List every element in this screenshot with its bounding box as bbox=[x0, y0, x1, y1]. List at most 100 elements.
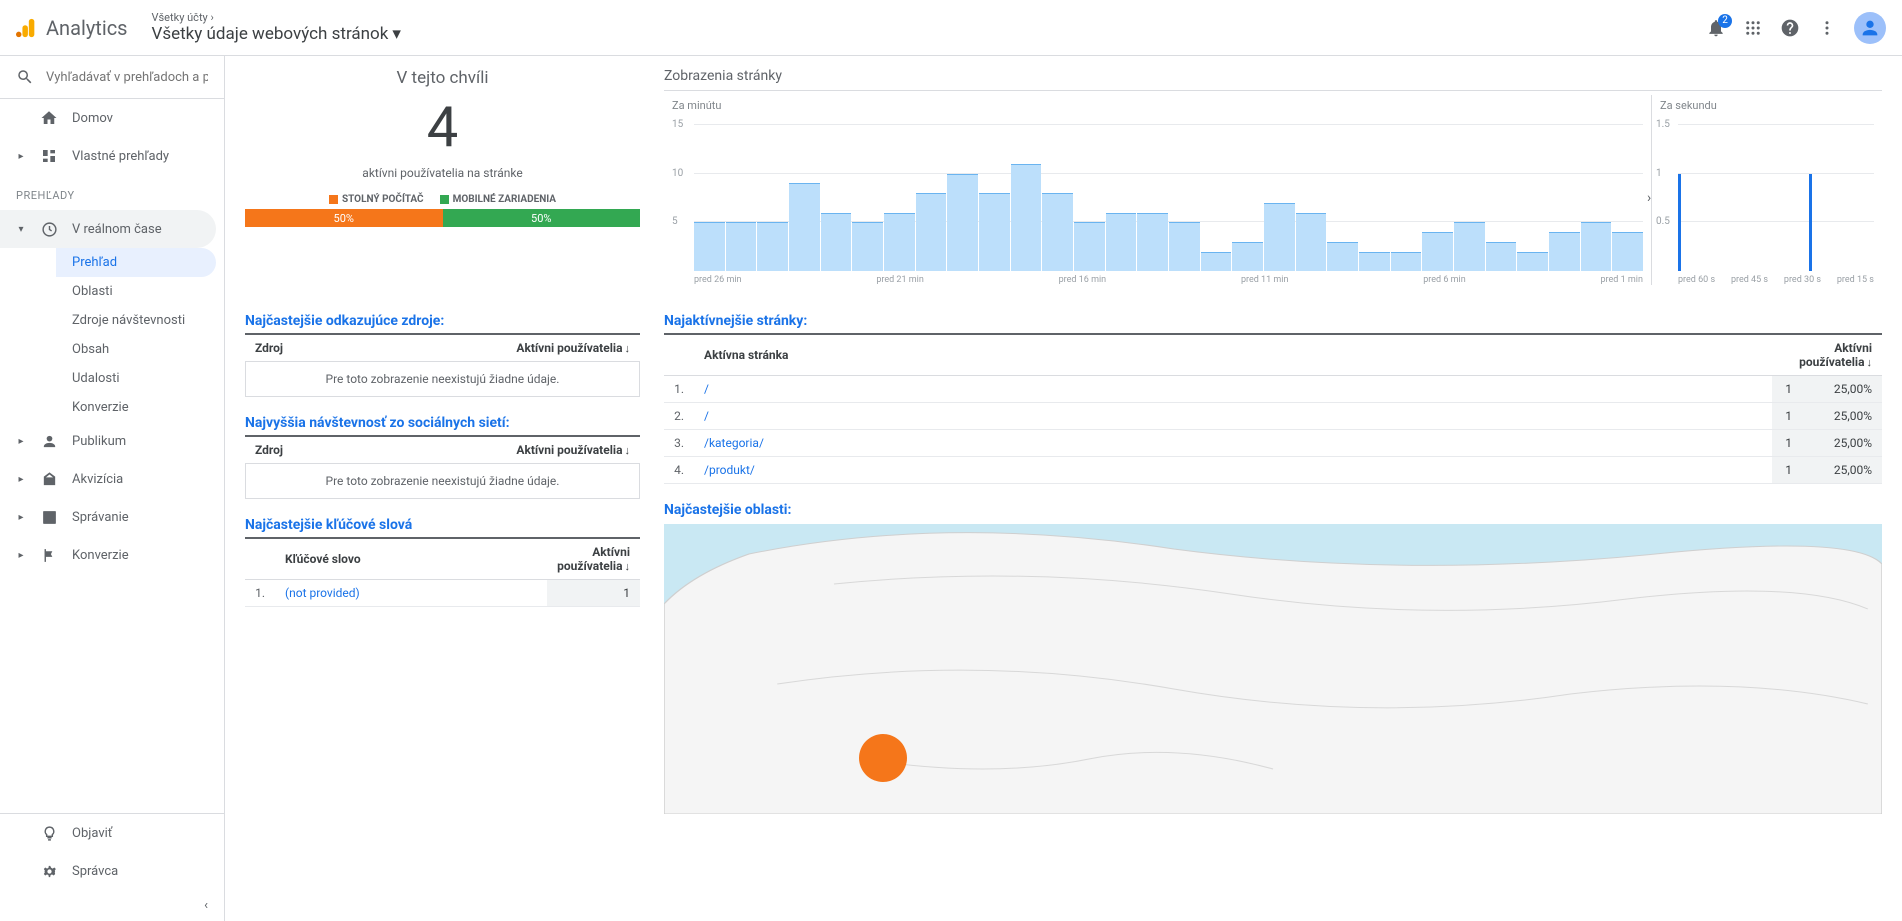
col-users[interactable]: Aktívni používatelia↓ bbox=[349, 334, 640, 362]
nav-realtime[interactable]: ▾ V reálnom čase bbox=[0, 210, 216, 248]
mobile-bar: 50% bbox=[443, 209, 641, 227]
social-table: ZdrojAktívni používatelia↓ bbox=[245, 435, 640, 464]
col-keyword[interactable]: Kľúčové slovo bbox=[275, 538, 547, 580]
more-icon[interactable] bbox=[1818, 19, 1836, 37]
expand-caret-icon: ▸ bbox=[16, 436, 26, 447]
subnav-conversions[interactable]: Konverzie bbox=[56, 393, 224, 422]
table-row[interactable]: 1./125,00% bbox=[664, 376, 1882, 403]
col-users[interactable]: Aktívni používatelia↓ bbox=[349, 436, 640, 464]
nav-discover[interactable]: Objaviť bbox=[0, 814, 224, 852]
desktop-bar: 50% bbox=[245, 209, 443, 227]
nav-custom-reports[interactable]: ▸ Vlastné prehľady bbox=[0, 137, 224, 175]
subnav-events[interactable]: Udalosti bbox=[56, 364, 224, 393]
notifications-button[interactable]: 2 bbox=[1706, 18, 1726, 38]
col-users[interactable]: Aktívni používatelia↓ bbox=[547, 538, 640, 580]
sort-desc-icon: ↓ bbox=[625, 560, 631, 573]
header-actions: 2 bbox=[1706, 12, 1886, 44]
chart-expand-icon[interactable]: › bbox=[1647, 190, 1651, 206]
collapse-caret-icon: ▾ bbox=[16, 224, 26, 235]
col-source[interactable]: Zdroj bbox=[245, 436, 349, 464]
device-split-bar: 50% 50% bbox=[245, 209, 640, 227]
keyword-link[interactable]: (not provided) bbox=[275, 580, 547, 607]
location-bubble[interactable] bbox=[859, 734, 907, 782]
expand-caret-icon: ▸ bbox=[16, 512, 26, 523]
map-svg bbox=[664, 524, 1882, 814]
search-row[interactable] bbox=[0, 56, 224, 99]
acquisition-icon bbox=[40, 470, 58, 488]
page-link[interactable]: /kategoria/ bbox=[694, 430, 1772, 457]
nav-admin[interactable]: Správca bbox=[0, 852, 224, 890]
chart-sec-canvas: 0.511.5pred 60 spred 45 spred 30 spred 1… bbox=[1652, 115, 1882, 285]
top-row: V tejto chvíli 4 aktívni používatelia na… bbox=[245, 68, 1882, 285]
breadcrumb: Všetky účty › bbox=[152, 11, 401, 24]
table-row[interactable]: 4./produkt/125,00% bbox=[664, 457, 1882, 484]
nav-acquisition[interactable]: ▸ Akvizícia bbox=[0, 460, 224, 498]
col-page[interactable]: Aktívna stránka bbox=[694, 334, 1772, 376]
mobile-color-icon bbox=[440, 195, 449, 204]
expand-caret-icon: ▸ bbox=[16, 474, 26, 485]
search-icon bbox=[16, 68, 34, 86]
search-input[interactable] bbox=[46, 70, 208, 85]
expand-caret-icon: ▸ bbox=[16, 550, 26, 561]
collapse-sidebar-button[interactable]: ‹ bbox=[0, 890, 224, 921]
product-name: Analytics bbox=[46, 16, 128, 40]
chart-min-canvas: 51015pred 26 minpred 21 minpred 16 minpr… bbox=[664, 115, 1651, 285]
realtime-counter-panel: V tejto chvíli 4 aktívni používatelia na… bbox=[245, 68, 640, 285]
subnav-overview[interactable]: Prehľad bbox=[56, 248, 216, 277]
referrals-title: Najčastejšie odkazujúce zdroje: bbox=[245, 313, 640, 329]
sidebar-footer: Objaviť Správca ‹ bbox=[0, 813, 224, 921]
rt-subtitle: aktívni používatelia na stránke bbox=[245, 166, 640, 180]
chart-sec-label: Za sekundu bbox=[1652, 95, 1882, 116]
keywords-table: Kľúčové slovoAktívni používatelia↓ 1.(no… bbox=[245, 537, 640, 607]
subnav-content[interactable]: Obsah bbox=[56, 335, 224, 364]
col-users[interactable]: Aktívni používatelia↓ bbox=[1772, 334, 1882, 376]
nav-home[interactable]: Domov bbox=[0, 99, 224, 137]
page-link[interactable]: / bbox=[694, 403, 1772, 430]
right-col: Najaktívnejšie stránky: Aktívna stránkaA… bbox=[664, 313, 1882, 814]
apps-icon[interactable] bbox=[1744, 19, 1762, 37]
col-source[interactable]: Zdroj bbox=[245, 334, 349, 362]
sort-desc-icon: ↓ bbox=[1867, 356, 1873, 369]
analytics-logo-icon bbox=[16, 17, 38, 39]
legend-desktop: STOLNÝ POČÍTAČ bbox=[329, 194, 424, 205]
logo[interactable]: Analytics bbox=[16, 16, 128, 40]
section-reports-label: PREHĽADY bbox=[0, 175, 224, 210]
flag-icon bbox=[40, 546, 58, 564]
chart-per-minute: Za minútu 51015pred 26 minpred 21 minpre… bbox=[664, 95, 1652, 285]
table-row[interactable]: 3./kategoria/125,00% bbox=[664, 430, 1882, 457]
device-legend: STOLNÝ POČÍTAČ MOBILNÉ ZARIADENIA bbox=[245, 194, 640, 205]
account-selector[interactable]: Všetky účty › Všetky údaje webových strá… bbox=[152, 11, 401, 44]
subnav-traffic[interactable]: Zdroje návštevnosti bbox=[56, 306, 224, 335]
locations-map[interactable] bbox=[664, 524, 1882, 814]
realtime-subnav: Prehľad Oblasti Zdroje návštevnosti Obsa… bbox=[0, 248, 224, 422]
left-col: Najčastejšie odkazujúce zdroje: ZdrojAkt… bbox=[245, 313, 640, 814]
referrals-table: ZdrojAktívni používatelia↓ bbox=[245, 333, 640, 362]
sort-desc-icon: ↓ bbox=[625, 444, 631, 457]
active-users-count: 4 bbox=[245, 94, 640, 160]
page-link[interactable]: / bbox=[694, 376, 1772, 403]
user-avatar[interactable] bbox=[1854, 12, 1886, 44]
gear-icon bbox=[40, 862, 58, 880]
table-row[interactable]: 1.(not provided)1 bbox=[245, 580, 640, 607]
nav-conversions[interactable]: ▸ Konverzie bbox=[0, 536, 224, 574]
locations-title: Najčastejšie oblasti: bbox=[664, 502, 1882, 518]
dashboard-icon bbox=[40, 147, 58, 165]
chart-per-second: › Za sekundu 0.511.5pred 60 spred 45 spr… bbox=[1652, 95, 1882, 285]
page-link[interactable]: /produkt/ bbox=[694, 457, 1772, 484]
notification-badge: 2 bbox=[1718, 14, 1732, 28]
legend-mobile: MOBILNÉ ZARIADENIA bbox=[440, 194, 556, 205]
table-row[interactable]: 2./125,00% bbox=[664, 403, 1882, 430]
nav-audience[interactable]: ▸ Publikum bbox=[0, 422, 224, 460]
pageviews-charts-panel: Zobrazenia stránky Za minútu 51015pred 2… bbox=[664, 68, 1882, 285]
home-icon bbox=[40, 109, 58, 127]
nav-behavior[interactable]: ▸ Správanie bbox=[0, 498, 224, 536]
social-empty: Pre toto zobrazenie neexistujú žiadne úd… bbox=[245, 464, 640, 499]
subnav-locations[interactable]: Oblasti bbox=[56, 277, 224, 306]
behavior-icon bbox=[40, 508, 58, 526]
main-content: V tejto chvíli 4 aktívni používatelia na… bbox=[225, 56, 1902, 921]
social-title: Najvyššia návštevnosť zo sociálnych siet… bbox=[245, 415, 640, 431]
person-icon bbox=[40, 432, 58, 450]
help-icon[interactable] bbox=[1780, 18, 1800, 38]
lightbulb-icon bbox=[40, 824, 58, 842]
chart-min-label: Za minútu bbox=[664, 95, 1651, 116]
